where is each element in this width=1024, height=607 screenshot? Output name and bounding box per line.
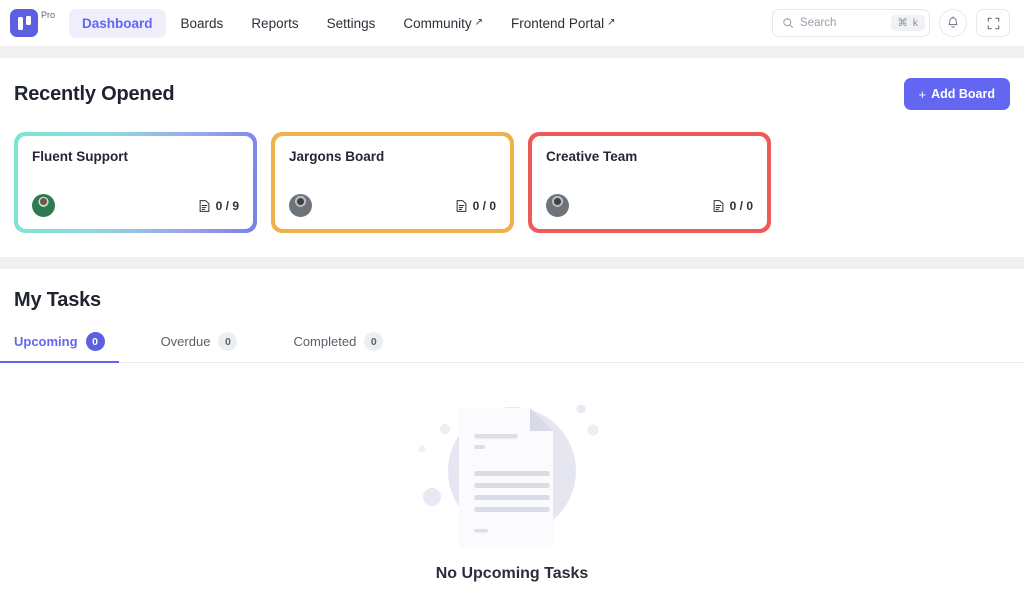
board-card-title: Jargons Board — [289, 149, 385, 164]
nav-item-settings[interactable]: Settings — [314, 9, 389, 38]
document-icon — [199, 199, 210, 212]
count-text: 0 / 0 — [472, 198, 496, 213]
notifications-button[interactable] — [939, 9, 967, 37]
tab-count-badge: 0 — [364, 332, 384, 351]
tab-label: Overdue — [160, 334, 211, 349]
nav-item-frontend-portal[interactable]: Frontend Portal ↗ — [498, 9, 628, 38]
avatar[interactable] — [289, 194, 312, 217]
plan-badge: Pro — [41, 10, 56, 20]
nav-label: Boards — [180, 15, 224, 31]
board-card-jargons-board[interactable]: Jargons Board 0 / 0 — [271, 132, 514, 233]
nav-label: Community — [403, 15, 472, 31]
section-divider — [0, 46, 1024, 58]
external-link-icon: ↗ — [474, 17, 484, 28]
tab-count-badge: 0 — [218, 332, 238, 351]
board-task-count: 0 / 9 — [198, 199, 239, 213]
empty-document-illustration — [418, 404, 599, 547]
board-card-list: Fluent Support 0 / 9 Jargons Board 0 / 0… — [0, 110, 1024, 257]
search-icon — [783, 18, 794, 29]
bell-icon — [948, 16, 958, 28]
nav-label: Reports — [251, 15, 299, 31]
board-card-title: Creative Team — [546, 149, 638, 164]
count-text: 0 / 9 — [215, 198, 239, 213]
search-placeholder: Search — [800, 17, 837, 29]
board-task-count: 0 / 0 — [712, 199, 753, 213]
board-card-footer: 0 / 9 — [32, 194, 239, 217]
search-input[interactable]: Search ⌘ k — [772, 9, 930, 37]
search-shortcut-badge: ⌘ k — [891, 15, 925, 31]
logo-bar-short — [25, 16, 31, 25]
my-tasks-title: My Tasks — [14, 289, 101, 311]
tab-count-badge: 0 — [85, 332, 105, 351]
external-link-icon: ↗ — [607, 17, 616, 28]
empty-state: No Upcoming Tasks — [0, 363, 1024, 607]
primary-nav: Dashboard Boards Reports Settings Commun… — [69, 8, 628, 38]
add-board-label: Add Board — [931, 87, 995, 101]
board-task-count: 0 / 0 — [455, 199, 496, 213]
top-navigation-bar: Pro Dashboard Boards Reports Settings Co… — [0, 0, 1024, 46]
nav-label: Frontend Portal — [511, 15, 605, 31]
task-tabs: Upcoming 0 Overdue 0 Completed 0 — [0, 332, 1024, 363]
nav-label: Settings — [326, 15, 376, 31]
nav-item-dashboard[interactable]: Dashboard — [69, 8, 166, 38]
board-card-body: Jargons Board 0 / 0 — [275, 136, 510, 229]
document-icon — [713, 199, 724, 212]
nav-item-boards[interactable]: Boards — [168, 9, 237, 38]
fullscreen-button[interactable] — [976, 9, 1010, 37]
avatar[interactable] — [546, 194, 569, 217]
tab-overdue[interactable]: Overdue 0 — [161, 332, 266, 363]
count-text: 0 / 0 — [729, 198, 753, 213]
avatar[interactable] — [32, 194, 55, 217]
board-card-creative-team[interactable]: Creative Team 0 / 0 — [528, 132, 771, 233]
board-card-body: Fluent Support 0 / 9 — [18, 136, 253, 229]
board-card-title: Fluent Support — [32, 149, 128, 164]
section-divider — [0, 257, 1024, 269]
board-card-fluent-support[interactable]: Fluent Support 0 / 9 — [14, 132, 257, 233]
recently-opened-header: Recently Opened + Add Board — [0, 58, 1024, 110]
my-tasks-header: My Tasks — [0, 269, 1024, 312]
board-card-footer: 0 / 0 — [289, 194, 496, 217]
logo-bar-tall — [17, 16, 23, 30]
app-root: Pro Dashboard Boards Reports Settings Co… — [0, 0, 1024, 607]
tab-completed[interactable]: Completed 0 — [293, 332, 411, 363]
topbar-actions: Search ⌘ k — [772, 9, 1010, 37]
nav-item-community[interactable]: Community ↗ — [390, 9, 496, 38]
brand[interactable]: Pro — [10, 9, 55, 37]
board-card-body: Creative Team 0 / 0 — [532, 136, 767, 229]
plus-icon: + — [918, 86, 927, 102]
tab-upcoming[interactable]: Upcoming 0 — [0, 332, 133, 363]
recently-opened-section: Recently Opened + Add Board Fluent Suppo… — [0, 58, 1024, 257]
nav-item-reports[interactable]: Reports — [238, 9, 311, 38]
board-card-footer: 0 / 0 — [546, 194, 753, 217]
empty-state-title: No Upcoming Tasks — [435, 565, 589, 582]
app-logo-icon — [10, 9, 38, 37]
document-icon — [456, 199, 467, 212]
nav-label: Dashboard — [82, 15, 153, 31]
add-board-button[interactable]: + Add Board — [903, 78, 1010, 110]
my-tasks-section: My Tasks Upcoming 0 Overdue 0 Completed … — [0, 269, 1024, 607]
tab-label: Upcoming — [14, 334, 78, 349]
tab-label: Completed — [293, 334, 357, 349]
page-title: Recently Opened — [14, 82, 175, 105]
fullscreen-icon — [987, 17, 999, 29]
